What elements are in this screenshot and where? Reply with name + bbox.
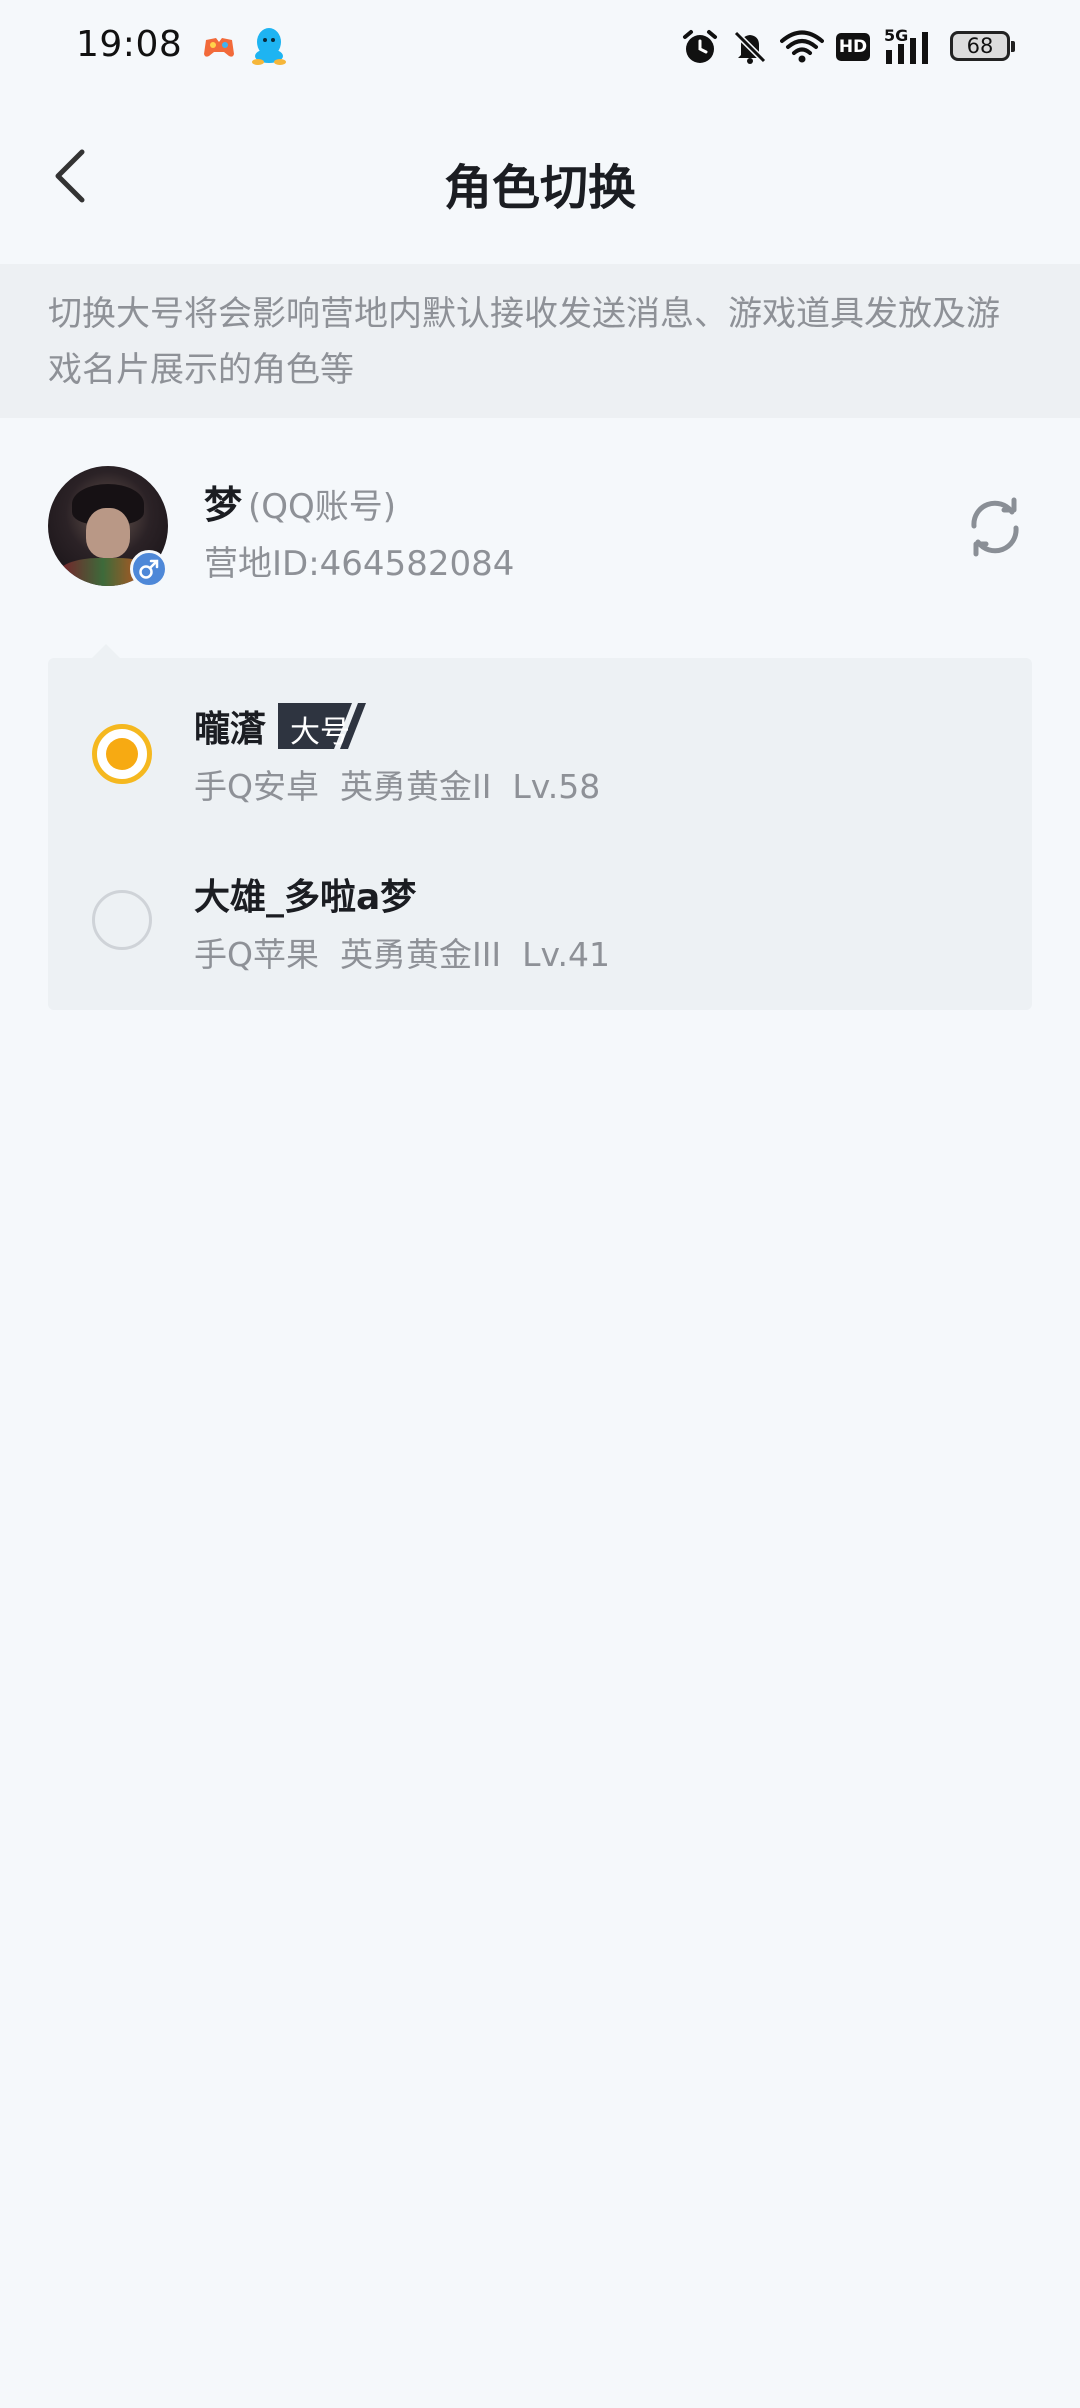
- refresh-icon: [971, 497, 1019, 557]
- wifi-icon: [780, 30, 824, 63]
- role-name: 大雄_多啦a梦: [194, 868, 416, 920]
- role-platform: 手Q苹果: [194, 935, 319, 974]
- battery-icon: 68: [950, 31, 1015, 61]
- roles-card: 曨濸 大号 手Q安卓 英勇黄金II Lv.58 大雄_多啦a梦 手Q苹果 英勇黄…: [48, 644, 1032, 1010]
- role-info: 手Q安卓 英勇黄金II Lv.58: [194, 760, 600, 808]
- notice-banner: 切换大号将会影响营地内默认接收发送消息、游戏道具发放及游戏名片展示的角色等: [0, 264, 1080, 418]
- qq-icon: [252, 28, 286, 65]
- camp-id: 营地ID:464582084: [204, 544, 515, 584]
- role-level: Lv.58: [512, 767, 601, 806]
- mute-icon: [733, 30, 767, 64]
- role-row[interactable]: 大雄_多啦a梦 手Q苹果 英勇黄金III Lv.41: [48, 826, 1032, 994]
- role-name: 曨濸 大号: [194, 700, 382, 752]
- role-name-text: 大雄_多啦a梦: [194, 877, 417, 918]
- role-rank: 英勇黄金III: [339, 935, 502, 974]
- account-type: (QQ账号): [248, 487, 397, 527]
- game-app-icon: [204, 38, 234, 57]
- header: 角色切换: [0, 96, 1080, 264]
- role-radio-unselected[interactable]: [92, 890, 152, 950]
- gender-badge: [130, 550, 168, 588]
- role-row[interactable]: 曨濸 大号 手Q安卓 英勇黄金II Lv.58: [48, 658, 1032, 826]
- main-account-badge-label: 大号: [290, 715, 351, 750]
- role-radio-selected[interactable]: [92, 724, 152, 784]
- page-title: 角色切换: [443, 160, 636, 216]
- signal-5g-icon: 5G: [884, 26, 936, 66]
- role-name-text: 曨濸: [194, 709, 267, 750]
- refresh-button[interactable]: [960, 492, 1030, 562]
- role-info: 手Q苹果 英勇黄金III Lv.41: [194, 928, 610, 976]
- account-name-text: 梦: [204, 483, 243, 527]
- account-name: 梦 (QQ账号): [204, 474, 396, 529]
- status-time: 19:08: [76, 24, 183, 65]
- male-icon: [139, 559, 159, 579]
- hd-icon: HD: [836, 33, 870, 61]
- main-account-badge: 大号: [278, 703, 382, 750]
- role-rank: 英勇黄金II: [339, 767, 492, 806]
- alarm-icon: [683, 30, 717, 63]
- role-platform: 手Q安卓: [194, 767, 319, 806]
- status-bar: 19:08 HD 5G 68: [0, 0, 1080, 96]
- account-section: 梦 (QQ账号) 营地ID:464582084: [0, 418, 1080, 658]
- role-level: Lv.41: [522, 935, 610, 974]
